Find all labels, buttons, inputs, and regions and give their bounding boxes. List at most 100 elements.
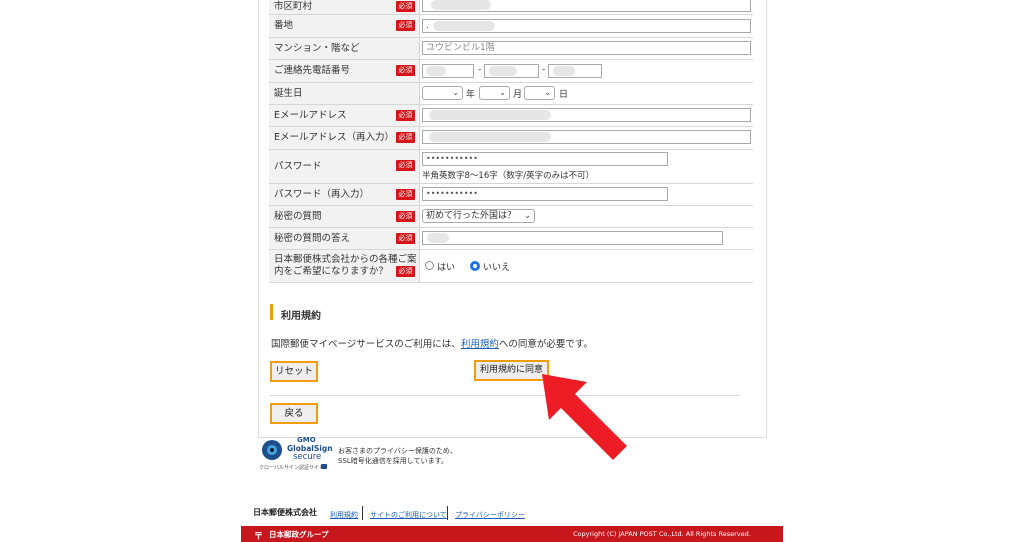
- field-label: 市区町村: [274, 1, 313, 12]
- divider: [270, 395, 740, 396]
- secure-text: secure: [293, 452, 322, 462]
- back-button-label: 戻る: [284, 408, 304, 419]
- building-input[interactable]: ユウビンビル1階: [422, 41, 751, 55]
- field-label: マンション・階など: [274, 42, 360, 54]
- row-newsletter: 日本郵便株式会社からの各種ご案 内をご希望になりますか？ 必須 はい いいえ: [269, 250, 753, 283]
- footer-link-terms[interactable]: 利用規約: [330, 510, 358, 520]
- row-password-confirm: パスワード（再入力） 必須 •••••••••••: [269, 184, 753, 206]
- chevron-down-icon: ⌄: [544, 88, 551, 97]
- footer-link-divider: [447, 506, 448, 520]
- building-value: ユウビンビル1階: [426, 43, 495, 53]
- terms-text-after: への同意が必要です。: [498, 339, 593, 350]
- label-cell: 番地 必須: [269, 15, 420, 37]
- birth-year-select[interactable]: ⌄: [422, 86, 463, 100]
- ssl-message-line1: お客さまのプライバシー保護のため、: [338, 447, 457, 455]
- phone-part3-input[interactable]: [548, 64, 602, 78]
- row-password: パスワード 必須 ••••••••••• 半角英数字8～16字（数字/英字のみは…: [269, 150, 753, 184]
- field-label: 誕生日: [274, 87, 303, 99]
- required-badge: 必須: [396, 110, 415, 121]
- japan-post-logo-icon: 〒: [254, 532, 264, 542]
- required-badge: 必須: [396, 1, 415, 12]
- password-hint: 半角英数字8～16字（数字/英字のみは不可）: [422, 171, 595, 181]
- footer-link-divider: [362, 506, 363, 520]
- lock-icon: [321, 464, 327, 469]
- globalsign-badge[interactable]: GMO GlobalSign secure クローバルサイン認証サイト: [259, 436, 333, 472]
- radio-yes-label: はい: [437, 263, 456, 273]
- ssl-message-line2: SSL暗号化通信を採用しています。: [338, 457, 448, 465]
- radio-no-label: いいえ: [483, 263, 511, 273]
- radio-no[interactable]: [470, 261, 480, 271]
- phone-part1-input[interactable]: [422, 64, 474, 78]
- label-cell: 市区町村 必須: [269, 0, 420, 14]
- row-city: 市区町村 必須: [269, 0, 753, 15]
- label-cell: Eメールアドレス 必須: [269, 105, 420, 126]
- chevron-down-icon: ⌄: [499, 88, 506, 97]
- required-badge: 必須: [396, 132, 415, 143]
- label-cell: 誕生日: [269, 83, 420, 104]
- label-cell: パスワード 必須: [269, 150, 420, 183]
- field-label: 秘密の質問の答え: [274, 232, 351, 244]
- red-arrow-annotation: [542, 374, 627, 460]
- field-label: パスワード（再入力）: [274, 188, 370, 200]
- password-confirm-value: •••••••••••: [426, 189, 478, 198]
- newsletter-label-line2: 内をご希望になりますか？: [274, 266, 389, 277]
- footer-link-privacy[interactable]: プライバシーポリシー: [455, 510, 525, 520]
- copyright: Copyright (C) JAPAN POST Co.,Ltd. All Ri…: [573, 530, 751, 538]
- field-label: Eメールアドレス: [274, 109, 347, 121]
- field-label: 秘密の質問: [274, 210, 322, 222]
- back-button[interactable]: 戻る: [270, 403, 318, 424]
- agree-button-label: 利用規約に同意: [479, 365, 543, 375]
- terms-link[interactable]: 利用規約: [461, 339, 499, 350]
- chevron-down-icon: ⌄: [524, 211, 531, 220]
- required-badge: 必須: [396, 65, 415, 76]
- row-building: マンション・階など ユウビンビル1階: [269, 38, 753, 60]
- month-unit-label: 月: [513, 90, 523, 100]
- label-cell: 秘密の質問の答え 必須: [269, 228, 420, 249]
- seal-eye-icon: [262, 440, 282, 460]
- password-input[interactable]: •••••••••••: [422, 152, 668, 166]
- label-cell: ご連絡先電話番号 必須: [269, 60, 420, 82]
- required-badge: 必須: [396, 266, 415, 277]
- required-badge: 必須: [396, 20, 415, 31]
- year-unit-label: 年: [466, 90, 476, 100]
- password-value: •••••••••••: [426, 154, 478, 163]
- birth-day-select[interactable]: ⌄: [524, 86, 555, 100]
- label-cell: 日本郵便株式会社からの各種ご案 内をご希望になりますか？ 必須: [269, 250, 420, 282]
- field-label: Eメールアドレス（再入力）: [274, 132, 395, 143]
- row-email: Eメールアドレス 必須: [269, 105, 753, 127]
- footer-bar: 〒 日本郵政グループ Copyright (C) JAPAN POST Co.,…: [241, 526, 783, 542]
- footer-link-site-usage[interactable]: サイトのご利用について: [370, 510, 447, 520]
- row-secret-answer: 秘密の質問の答え 必須: [269, 228, 753, 250]
- group-label: 日本郵政グループ: [269, 530, 329, 539]
- day-unit-label: 日: [559, 90, 569, 100]
- radio-yes[interactable]: [425, 261, 434, 270]
- row-email-confirm: Eメールアドレス（再入力） 必須: [269, 127, 753, 150]
- gmo-text: GMO: [297, 436, 316, 444]
- required-badge: 必須: [396, 189, 415, 200]
- field-label: ご連絡先電話番号: [274, 65, 351, 76]
- row-birthday: 誕生日 ⌄ 年 ⌄ 月 ⌄ 日: [269, 83, 753, 105]
- required-badge: 必須: [396, 160, 415, 171]
- row-phone: ご連絡先電話番号 必須 - -: [269, 60, 753, 83]
- label-cell: パスワード（再入力） 必須: [269, 184, 420, 205]
- secret-question-select[interactable]: 初めて行った外国は？ ⌄: [422, 209, 535, 223]
- phone-part2-input[interactable]: [484, 64, 539, 78]
- label-cell: Eメールアドレス（再入力） 必須: [269, 127, 420, 149]
- row-address: 番地 必須 .: [269, 15, 753, 38]
- address-input[interactable]: .: [422, 19, 751, 33]
- seal-caption: クローバルサイン認証サイト: [259, 465, 324, 471]
- secret-answer-input[interactable]: [422, 231, 723, 245]
- label-cell: 秘密の質問 必須: [269, 206, 420, 227]
- city-input[interactable]: [422, 0, 751, 12]
- reset-button[interactable]: リセット: [270, 361, 318, 382]
- email-confirm-input[interactable]: [422, 130, 751, 144]
- required-badge: 必須: [396, 233, 415, 244]
- phone-separator: -: [542, 65, 546, 75]
- email-input[interactable]: [422, 108, 751, 122]
- field-label: 番地: [274, 20, 294, 31]
- password-confirm-input[interactable]: •••••••••••: [422, 187, 668, 201]
- terms-heading: 利用規約: [281, 311, 321, 322]
- terms-text: 国際郵便マイページサービスのご利用には、利用規約への同意が必要です。: [271, 336, 593, 350]
- reset-button-label: リセット: [274, 366, 313, 377]
- birth-month-select[interactable]: ⌄: [479, 86, 510, 100]
